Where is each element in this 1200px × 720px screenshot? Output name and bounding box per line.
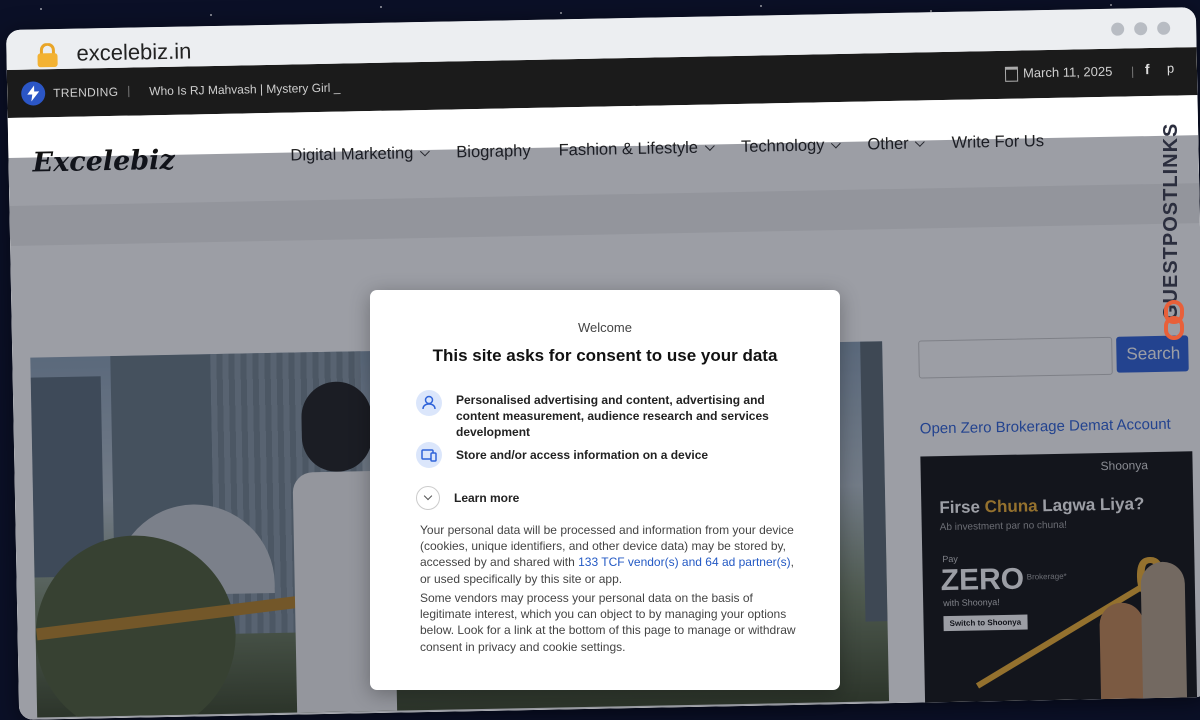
chevron-down-icon (416, 486, 440, 510)
person-icon (416, 390, 442, 416)
separator: | (127, 83, 131, 98)
devices-icon (416, 442, 442, 468)
learn-more-label: Learn more (454, 490, 520, 505)
trending-label: TRENDING (53, 84, 119, 101)
facebook-icon[interactable]: f (1145, 61, 1150, 77)
pinterest-icon[interactable]: p (1167, 61, 1175, 76)
address-bar-url[interactable]: excelebiz.in (76, 38, 191, 66)
purpose-item: Store and/or access information on a dev… (416, 442, 804, 468)
calendar-icon (1004, 66, 1019, 82)
trending-headline-link[interactable]: Who Is RJ Mahvash | Mystery Girl _ (149, 81, 340, 99)
window-dot[interactable] (1157, 21, 1171, 35)
purpose-text: Personalised advertising and content, ad… (456, 393, 769, 440)
separator: | (1130, 64, 1135, 79)
consent-paragraph: Your personal data will be processed and… (420, 522, 800, 587)
consent-dialog: Welcome This site asks for consent to us… (370, 290, 840, 690)
window-dot[interactable] (1111, 22, 1125, 36)
window-dot[interactable] (1134, 22, 1148, 36)
chain-link-icon (1163, 300, 1185, 340)
current-date: March 11, 2025 (1022, 63, 1113, 81)
learn-more-toggle[interactable]: Learn more (416, 486, 804, 510)
watermark-text: GUESTPOSTLINKS (1160, 122, 1182, 320)
purpose-text: Store and/or access information on a dev… (456, 448, 709, 462)
window-controls (1111, 21, 1171, 36)
lock-icon (36, 42, 58, 68)
consent-paragraph: Some vendors may process your personal d… (420, 591, 796, 654)
lightning-icon (20, 81, 46, 106)
purpose-item: Personalised advertising and content, ad… (416, 390, 804, 441)
dialog-title: This site asks for consent to use your d… (432, 346, 778, 365)
dialog-welcome: Welcome (578, 320, 632, 335)
vendors-link[interactable]: 133 TCF vendor(s) and 64 ad partner(s) (578, 555, 791, 569)
